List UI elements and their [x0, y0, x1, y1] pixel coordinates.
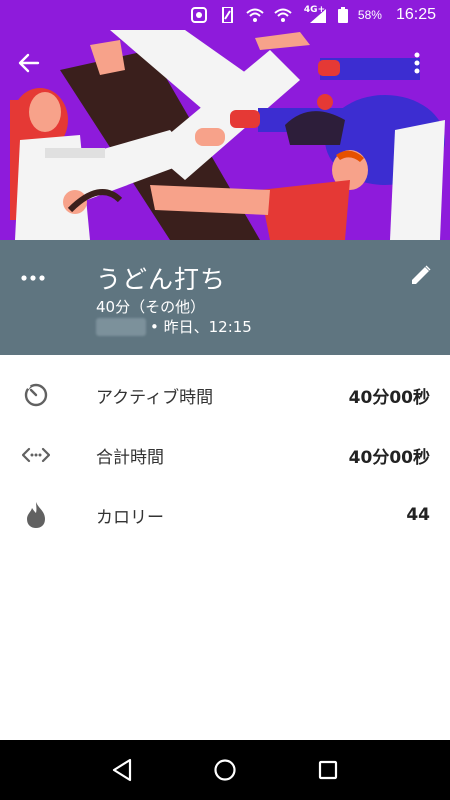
notification-icon — [190, 7, 208, 23]
triangle-back-icon — [112, 758, 131, 782]
stat-row-total-time: 合計時間 40分00秒 — [0, 425, 450, 485]
flame-icon — [22, 501, 50, 529]
activity-summary: 40分（その他） — [96, 298, 206, 316]
nav-back-button[interactable] — [107, 755, 137, 785]
hero-illustration — [0, 30, 450, 240]
activity-meta: • 昨日、12:15 — [96, 316, 252, 337]
stat-value: 40分00秒 — [348, 447, 430, 468]
system-nav-bar — [0, 740, 450, 800]
wifi-icon — [246, 7, 264, 23]
back-button[interactable] — [18, 52, 52, 86]
duration-arrows-icon — [22, 441, 50, 469]
activity-header: うどん打ち 40分（その他） • 昨日、12:15 — [0, 240, 450, 355]
overflow-menu-button[interactable] — [414, 52, 434, 86]
vibrate-icon — [218, 6, 236, 24]
arrow-back-icon — [18, 53, 40, 73]
stat-value: 44 — [406, 505, 430, 525]
more-horiz-icon — [21, 275, 45, 281]
battery-percent: 58% — [357, 8, 382, 22]
redacted-text — [96, 317, 146, 336]
square-recents-icon — [319, 760, 338, 780]
wifi-icon-secondary — [274, 7, 292, 23]
timer-icon — [22, 381, 50, 409]
nav-recents-button[interactable] — [313, 755, 343, 785]
stat-label: アクティブ時間 — [96, 387, 214, 408]
activity-title: うどん打ち — [96, 265, 227, 294]
status-bar: 4G+ 58% 16:25 — [0, 0, 450, 30]
pencil-icon — [412, 265, 431, 284]
stat-value: 40分00秒 — [348, 387, 430, 408]
karate-illustration — [0, 30, 450, 240]
stat-row-active-time: アクティブ時間 40分00秒 — [0, 365, 450, 425]
stat-row-calories: カロリー 44 — [0, 485, 450, 545]
nav-home-button[interactable] — [210, 755, 240, 785]
stat-label: カロリー — [96, 507, 164, 528]
cellular-signal-icon: 4G+ — [302, 5, 328, 23]
stat-label: 合計時間 — [96, 447, 164, 468]
circle-home-icon — [214, 759, 236, 781]
status-clock: 16:25 — [395, 6, 436, 23]
activity-stats-list: アクティブ時間 40分00秒 合計時間 40分00秒 カロリー 44 — [0, 365, 450, 545]
battery-icon — [337, 7, 348, 23]
activity-when: • 昨日、12:15 — [150, 318, 252, 336]
edit-button[interactable] — [408, 262, 434, 288]
activity-type-icon — [20, 270, 46, 286]
more-vert-icon — [414, 52, 420, 74]
